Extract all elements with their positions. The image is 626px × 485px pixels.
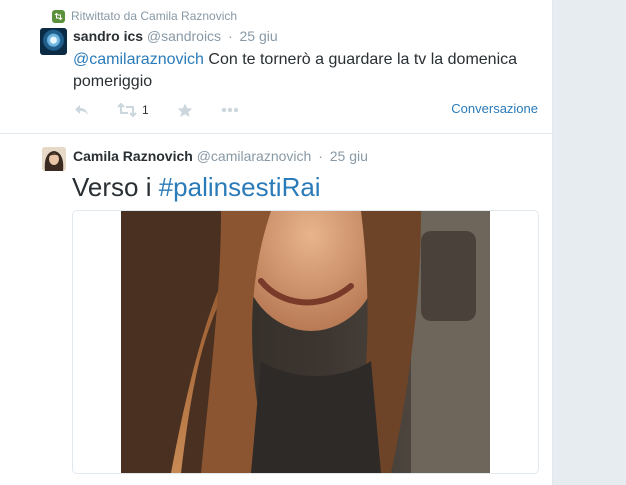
reply-icon xyxy=(75,105,88,115)
hashtag-link[interactable]: #palinsestiRai xyxy=(159,172,321,202)
more-button[interactable] xyxy=(221,101,239,119)
reply-button[interactable] xyxy=(73,101,89,119)
tweet-header: Camila Raznovich @camilaraznovich · 25 g… xyxy=(73,148,368,164)
user-fullname[interactable]: sandro ics xyxy=(73,28,143,44)
retweet-button[interactable]: 1 xyxy=(117,101,149,119)
more-icon xyxy=(221,107,238,113)
tweet-timestamp[interactable]: 25 giu xyxy=(240,28,278,44)
tweet-actions: 1 xyxy=(73,101,267,119)
separator: · xyxy=(227,28,233,44)
retweet-icon xyxy=(52,9,65,23)
tweet-photo[interactable] xyxy=(121,211,490,473)
star-icon xyxy=(177,103,192,117)
user-fullname[interactable]: Camila Raznovich xyxy=(73,148,193,164)
retweet-context[interactable]: Ritwittato da Camila Raznovich xyxy=(52,9,237,23)
user-screen-name[interactable]: @camilaraznovich xyxy=(197,148,312,164)
tweet-text: @camilaraznovich Con te tornerò a guarda… xyxy=(73,49,543,93)
separator: · xyxy=(318,148,323,164)
tweet-text: Verso i #palinsestiRai xyxy=(72,171,321,203)
conversation-link[interactable]: Conversazione xyxy=(451,101,538,116)
media-preview[interactable] xyxy=(72,210,539,474)
user-screen-name[interactable]: @sandroics xyxy=(147,28,221,44)
tweet-camilaraznovich[interactable]: Camila Raznovich @camilaraznovich · 25 g… xyxy=(0,134,552,485)
retweet-context-label: Ritwittato da Camila Raznovich xyxy=(71,9,238,23)
tweet-sandroics[interactable]: Ritwittato da Camila Raznovich sandro ic… xyxy=(0,0,552,134)
retweet-icon xyxy=(117,103,137,117)
avatar[interactable] xyxy=(40,28,67,55)
retweet-count: 1 xyxy=(142,103,149,117)
timeline-stream: Ritwittato da Camila Raznovich sandro ic… xyxy=(0,0,553,485)
tweet-text-body: Verso i xyxy=(72,172,159,202)
tweet-header: sandro ics @sandroics · 25 giu xyxy=(73,28,278,44)
avatar[interactable] xyxy=(42,147,66,171)
tweet-timestamp[interactable]: 25 giu xyxy=(330,148,368,164)
mention-link[interactable]: @camilaraznovich xyxy=(73,51,204,68)
favorite-button[interactable] xyxy=(177,101,193,119)
